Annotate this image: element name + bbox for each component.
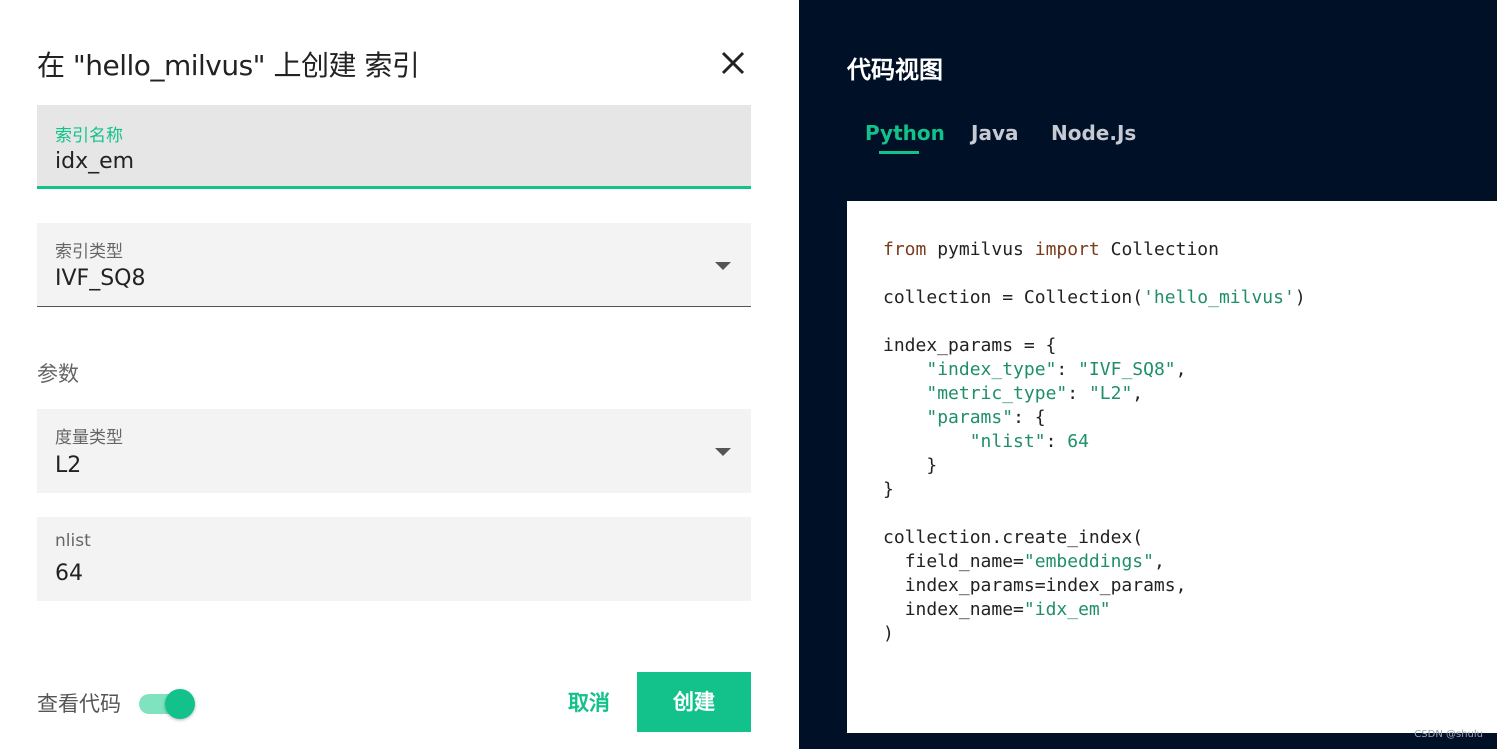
nlist-label: nlist [55, 531, 91, 551]
code-view-title: 代码视图 [847, 56, 943, 84]
create-index-dialog: 在 "hello_milvus" 上创建 索引 索引名称 idx_em 索引类型… [0, 0, 799, 749]
tab-python[interactable]: Python [865, 121, 945, 145]
index-name-field[interactable]: 索引名称 idx_em [37, 105, 751, 189]
nlist-input[interactable]: 64 [55, 561, 83, 586]
index-name-input[interactable]: idx_em [55, 149, 134, 174]
create-button[interactable]: 创建 [637, 672, 751, 732]
dropdown-arrow-icon[interactable] [715, 448, 731, 456]
index-type-label: 索引类型 [55, 242, 123, 262]
metric-type-value: L2 [55, 453, 82, 478]
code-view-panel: 代码视图 Python Java Node.Js from pymilvus i… [799, 0, 1497, 749]
nlist-field[interactable]: nlist 64 [37, 517, 751, 601]
index-name-label: 索引名称 [55, 126, 123, 146]
dropdown-arrow-icon[interactable] [715, 262, 731, 270]
close-icon[interactable] [716, 46, 750, 80]
toggle-knob[interactable] [165, 689, 195, 719]
metric-type-select[interactable]: 度量类型 L2 [37, 409, 751, 493]
cancel-button[interactable]: 取消 [560, 680, 618, 726]
tab-nodejs[interactable]: Node.Js [1051, 121, 1136, 145]
active-tab-indicator [879, 151, 919, 154]
code-block: from pymilvus import Collection collecti… [847, 201, 1497, 733]
params-heading: 参数 [37, 362, 79, 386]
watermark: CSDN @shulu [1414, 729, 1483, 740]
view-code-label: 查看代码 [37, 692, 121, 716]
view-code-toggle[interactable] [139, 689, 195, 719]
metric-type-label: 度量类型 [55, 428, 123, 448]
index-type-value: IVF_SQ8 [55, 266, 146, 291]
tab-java[interactable]: Java [971, 121, 1018, 145]
dialog-title: 在 "hello_milvus" 上创建 索引 [37, 49, 420, 82]
index-type-select[interactable]: 索引类型 IVF_SQ8 [37, 223, 751, 307]
python-code: from pymilvus import Collection collecti… [883, 239, 1306, 644]
